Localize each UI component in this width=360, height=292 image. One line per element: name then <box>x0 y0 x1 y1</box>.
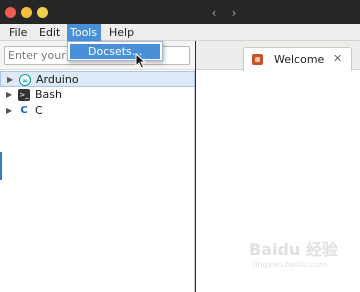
tree-item-bash[interactable]: ▶ >_ Bash <box>0 87 195 103</box>
watermark-text: Baidu 经验 <box>249 240 338 259</box>
close-icon[interactable]: ✕ <box>333 52 342 65</box>
expand-arrow-icon[interactable]: ▶ <box>7 72 13 88</box>
title-bar <box>0 0 360 24</box>
menu-file[interactable]: File <box>6 24 30 41</box>
tab-welcome[interactable]: Welcome ✕ <box>243 47 352 71</box>
minimize-window-button[interactable] <box>21 7 32 18</box>
watermark: Baidu 经验 jingyan.baidu.com <box>245 232 345 276</box>
tools-menu-dropdown: Docsets... <box>67 41 163 61</box>
watermark-url: jingyan.baidu.com <box>253 260 327 269</box>
maximize-window-button[interactable] <box>37 7 48 18</box>
docset-tree: ▶ ∞ Arduino ▶ >_ Bash ▶ C C <box>0 71 195 119</box>
c-icon: C <box>18 105 30 117</box>
bash-icon: >_ <box>18 89 30 101</box>
tab-label: Welcome <box>274 53 325 66</box>
tree-item-label: Bash <box>35 88 62 101</box>
mouse-cursor-icon <box>135 53 147 69</box>
chevron-right-icon[interactable]: › <box>226 5 242 21</box>
tree-item-label: C <box>35 104 43 117</box>
menu-edit[interactable]: Edit <box>36 24 63 41</box>
tree-item-arduino[interactable]: ▶ ∞ Arduino <box>0 71 195 87</box>
tree-item-label: Arduino <box>36 73 79 86</box>
expand-arrow-icon[interactable]: ▶ <box>6 103 12 119</box>
menu-help[interactable]: Help <box>106 24 137 41</box>
tree-item-c[interactable]: ▶ C C <box>0 103 195 119</box>
menu-bar: File Edit Tools Help <box>0 24 360 41</box>
expand-arrow-icon[interactable]: ▶ <box>6 87 12 103</box>
menu-tools[interactable]: Tools <box>67 24 101 41</box>
chevron-left-icon[interactable]: ‹ <box>206 5 222 21</box>
window-edge-highlight <box>0 152 2 180</box>
arduino-icon: ∞ <box>19 74 31 86</box>
zeal-icon <box>252 54 263 65</box>
close-window-button[interactable] <box>5 7 16 18</box>
